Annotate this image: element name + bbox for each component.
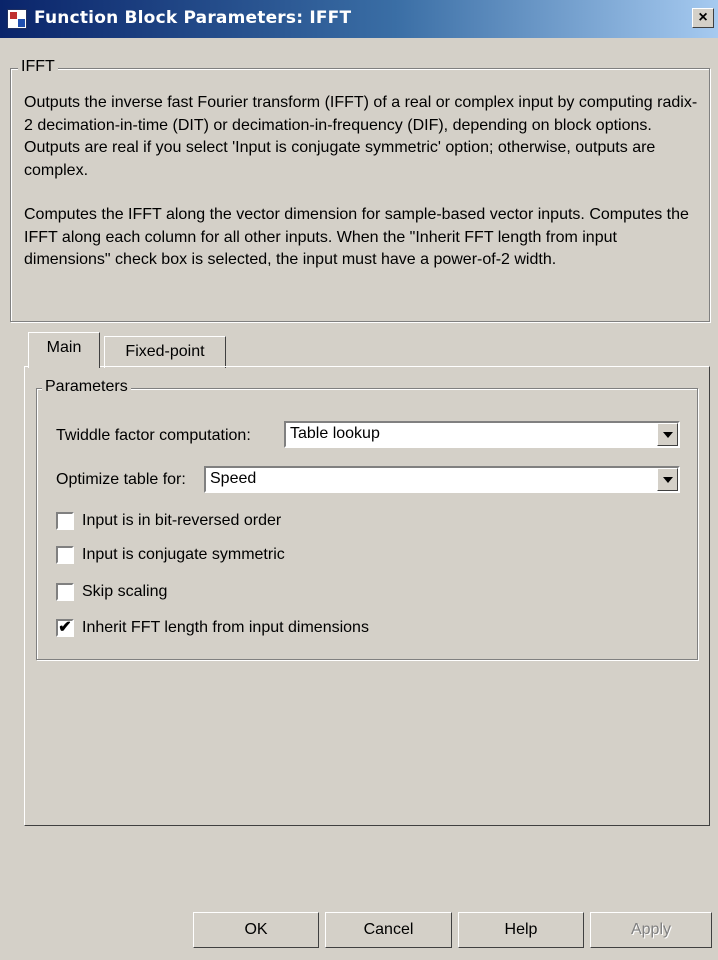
ok-button[interactable]: OK [193, 912, 319, 948]
conjugate-symmetric-checkbox[interactable] [56, 546, 74, 564]
help-button[interactable]: Help [458, 912, 584, 948]
tab-main[interactable]: Main [28, 332, 100, 368]
bit-reversed-label[interactable]: Input is in bit-reversed order [82, 511, 281, 531]
inherit-fft-length-checkbox[interactable]: ✔ [56, 619, 74, 637]
skip-scaling-checkbox[interactable] [56, 583, 74, 601]
optimize-table-dropdown[interactable]: Speed [204, 466, 680, 493]
parameters-legend: Parameters [42, 378, 131, 396]
checkmark-icon: ✔ [58, 619, 72, 636]
description-paragraph-1: Outputs the inverse fast Fourier transfo… [24, 94, 698, 179]
description-paragraph-2: Computes the IFFT along the vector dimen… [24, 206, 689, 268]
twiddle-factor-value: Table lookup [290, 425, 380, 442]
apply-button[interactable]: Apply [590, 912, 712, 948]
inherit-fft-length-label[interactable]: Inherit FFT length from input dimensions [82, 618, 369, 638]
title-bar[interactable]: Function Block Parameters: IFFT × [0, 0, 718, 38]
chevron-down-icon[interactable] [657, 423, 678, 446]
bit-reversed-checkbox[interactable] [56, 512, 74, 530]
cancel-button[interactable]: Cancel [325, 912, 452, 948]
optimize-table-value: Speed [210, 470, 257, 487]
close-button[interactable]: × [692, 8, 714, 28]
simulink-block-icon [7, 9, 27, 29]
block-name-legend: IFFT [18, 58, 58, 76]
tab-fixed-point[interactable]: Fixed-point [104, 336, 226, 368]
twiddle-factor-label: Twiddle factor computation: [56, 427, 251, 444]
optimize-table-label: Optimize table for: [56, 471, 186, 488]
twiddle-factor-dropdown[interactable]: Table lookup [284, 421, 680, 448]
skip-scaling-label[interactable]: Skip scaling [82, 582, 167, 602]
window-title: Function Block Parameters: IFFT [34, 8, 352, 28]
block-description: Outputs the inverse fast Fourier transfo… [24, 92, 706, 272]
chevron-down-icon[interactable] [657, 468, 678, 491]
conjugate-symmetric-label[interactable]: Input is conjugate symmetric [82, 545, 285, 565]
